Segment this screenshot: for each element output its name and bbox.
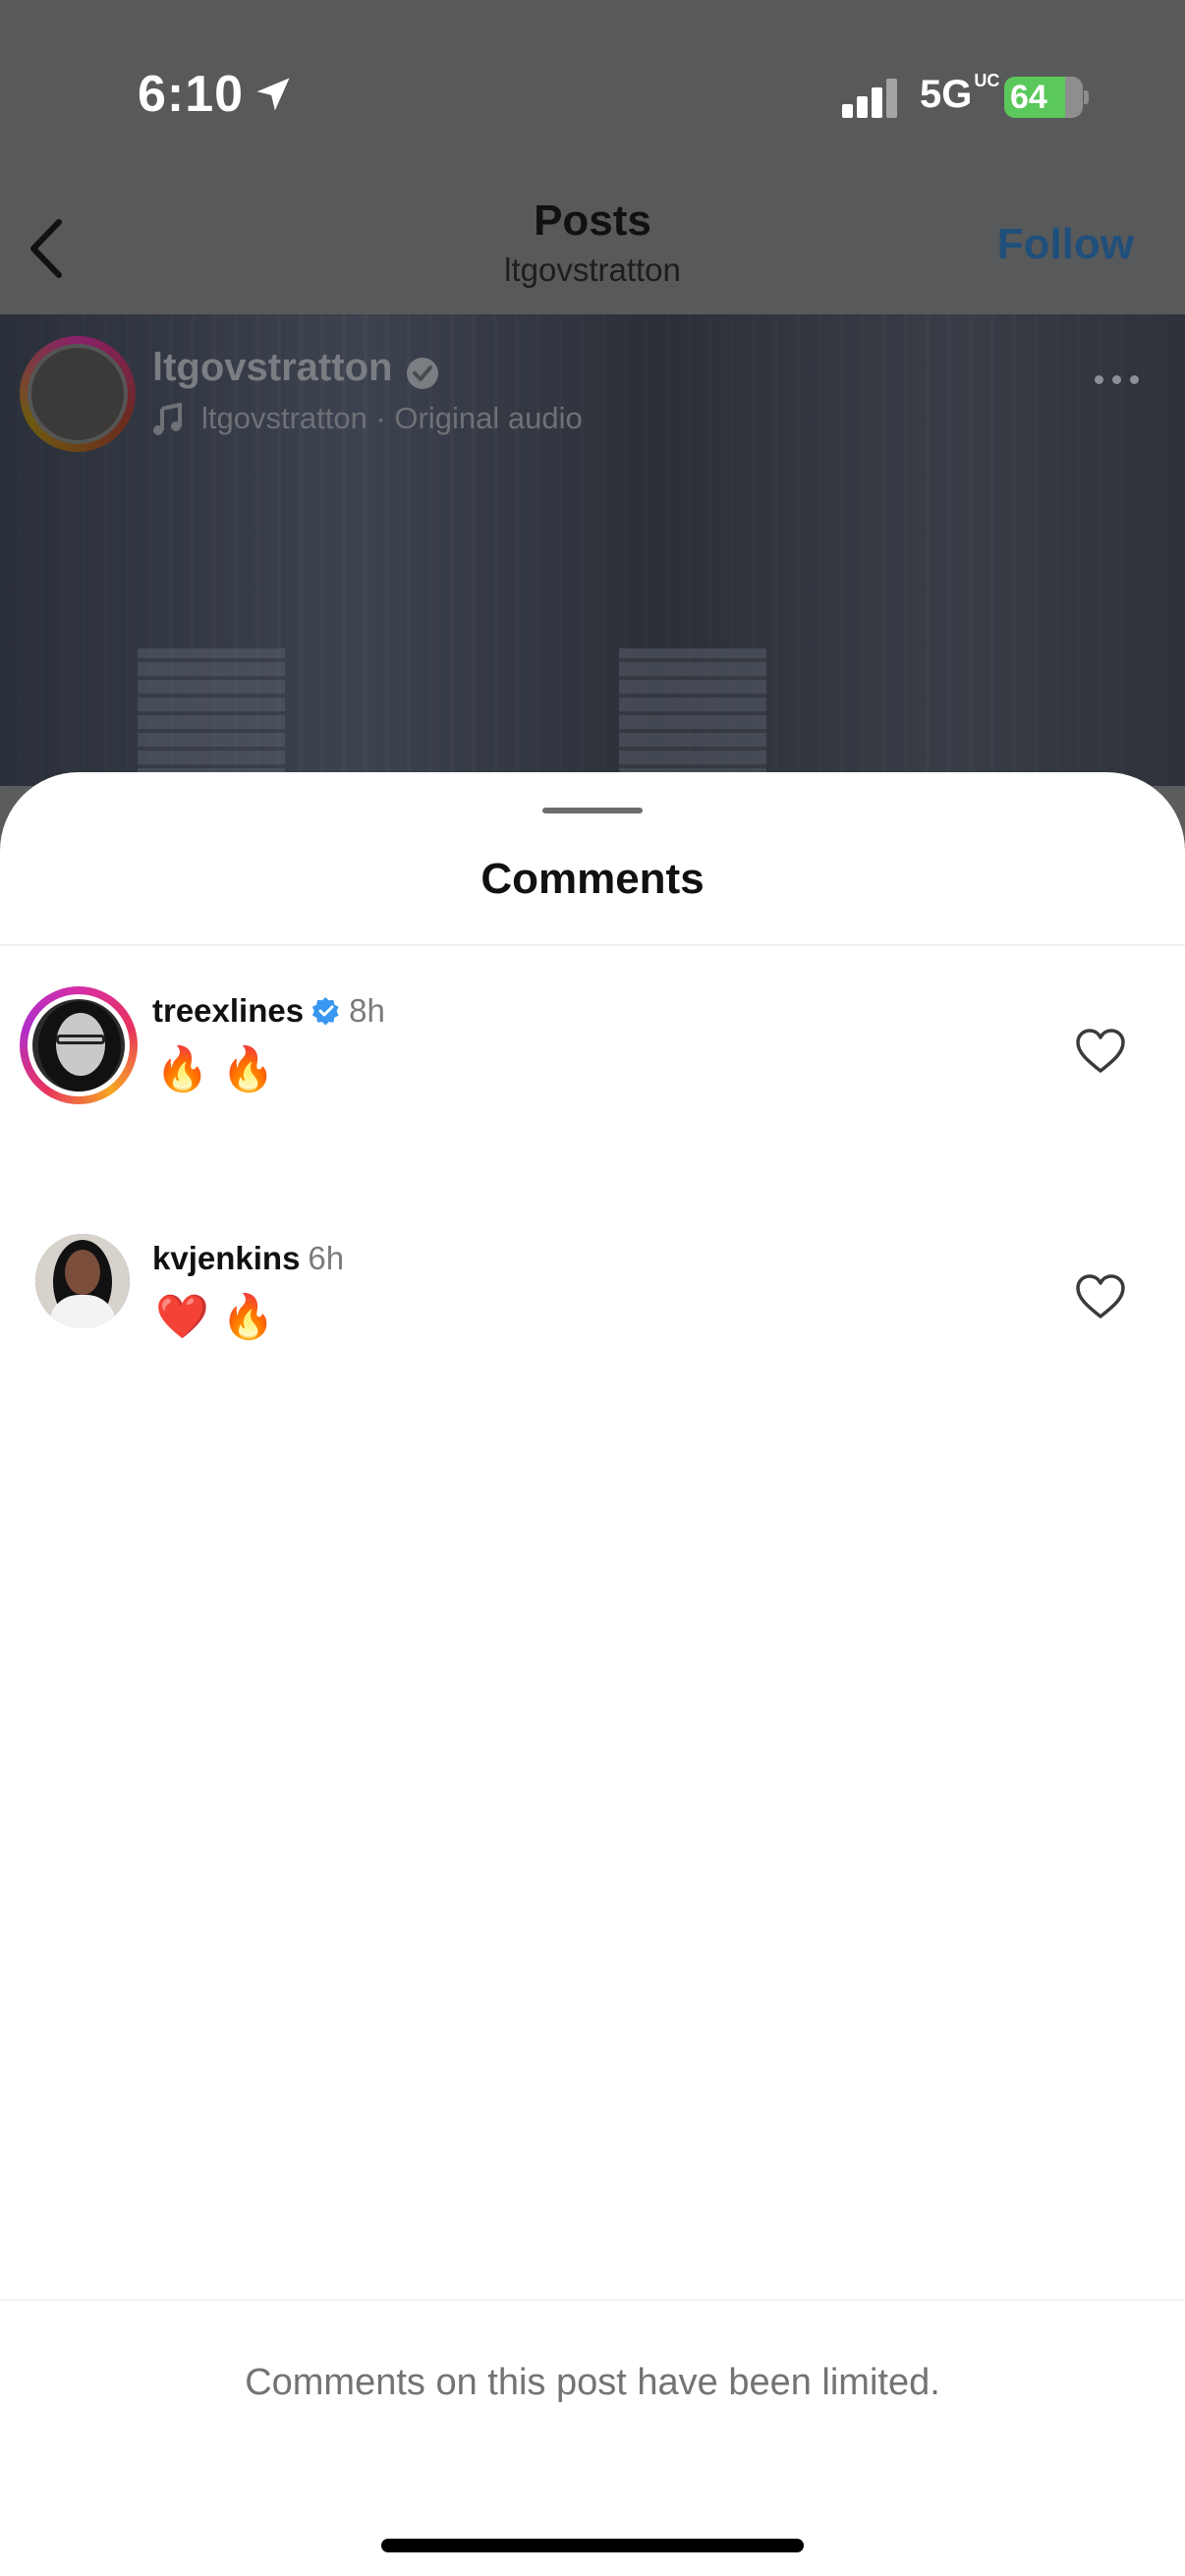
music-note-icon (153, 403, 182, 435)
avatar[interactable] (28, 994, 130, 1096)
comment-text: 🔥 🔥 (155, 1045, 275, 1093)
comment-username[interactable]: kvjenkins (152, 1240, 300, 1276)
more-options-icon[interactable] (1095, 369, 1144, 389)
heart-icon[interactable] (1075, 1273, 1126, 1320)
comments-sheet: Comments treexlines 8h 🔥 🔥 kvjenkins 6h … (0, 772, 1185, 2576)
battery-cap (1084, 90, 1089, 104)
network-type: 5G UC (920, 71, 1000, 116)
verified-badge-icon (312, 996, 339, 1026)
comment-row: kvjenkins 6h ❤️ 🔥 (0, 1234, 1185, 1381)
heart-icon[interactable] (1075, 1028, 1126, 1075)
comment-row: treexlines 8h 🔥 🔥 (0, 986, 1185, 1134)
comment-time: 6h (308, 1240, 345, 1276)
status-bar: 6:10 5G UC 64 (0, 0, 1185, 187)
comments-limited-notice: Comments on this post have been limited. (245, 2362, 940, 2403)
avatar[interactable] (35, 1234, 130, 1328)
status-time: 6:10 (138, 66, 245, 123)
follow-button[interactable]: Follow (997, 220, 1134, 269)
verified-badge-icon (407, 358, 438, 389)
post-author-avatar[interactable] (20, 336, 136, 452)
battery-icon: 64 (1004, 77, 1083, 118)
post-audio-label[interactable]: ltgovstratton · Original audio (201, 401, 583, 436)
sheet-drag-handle[interactable] (542, 808, 643, 813)
sheet-title: Comments (480, 855, 705, 903)
cellular-signal-icon (842, 79, 899, 118)
battery-level: 64 (1010, 79, 1047, 116)
divider (0, 944, 1185, 946)
comment-text: ❤️ 🔥 (155, 1293, 275, 1341)
comment-header: kvjenkins 6h (152, 1240, 344, 1277)
comment-header: treexlines 8h (152, 992, 385, 1030)
home-indicator[interactable] (381, 2539, 804, 2552)
divider (0, 2299, 1185, 2301)
comment-username[interactable]: treexlines (152, 992, 304, 1029)
comment-time: 8h (349, 992, 385, 1029)
location-arrow-icon (256, 78, 290, 111)
post-author-username[interactable]: ltgovstratton (152, 346, 392, 390)
